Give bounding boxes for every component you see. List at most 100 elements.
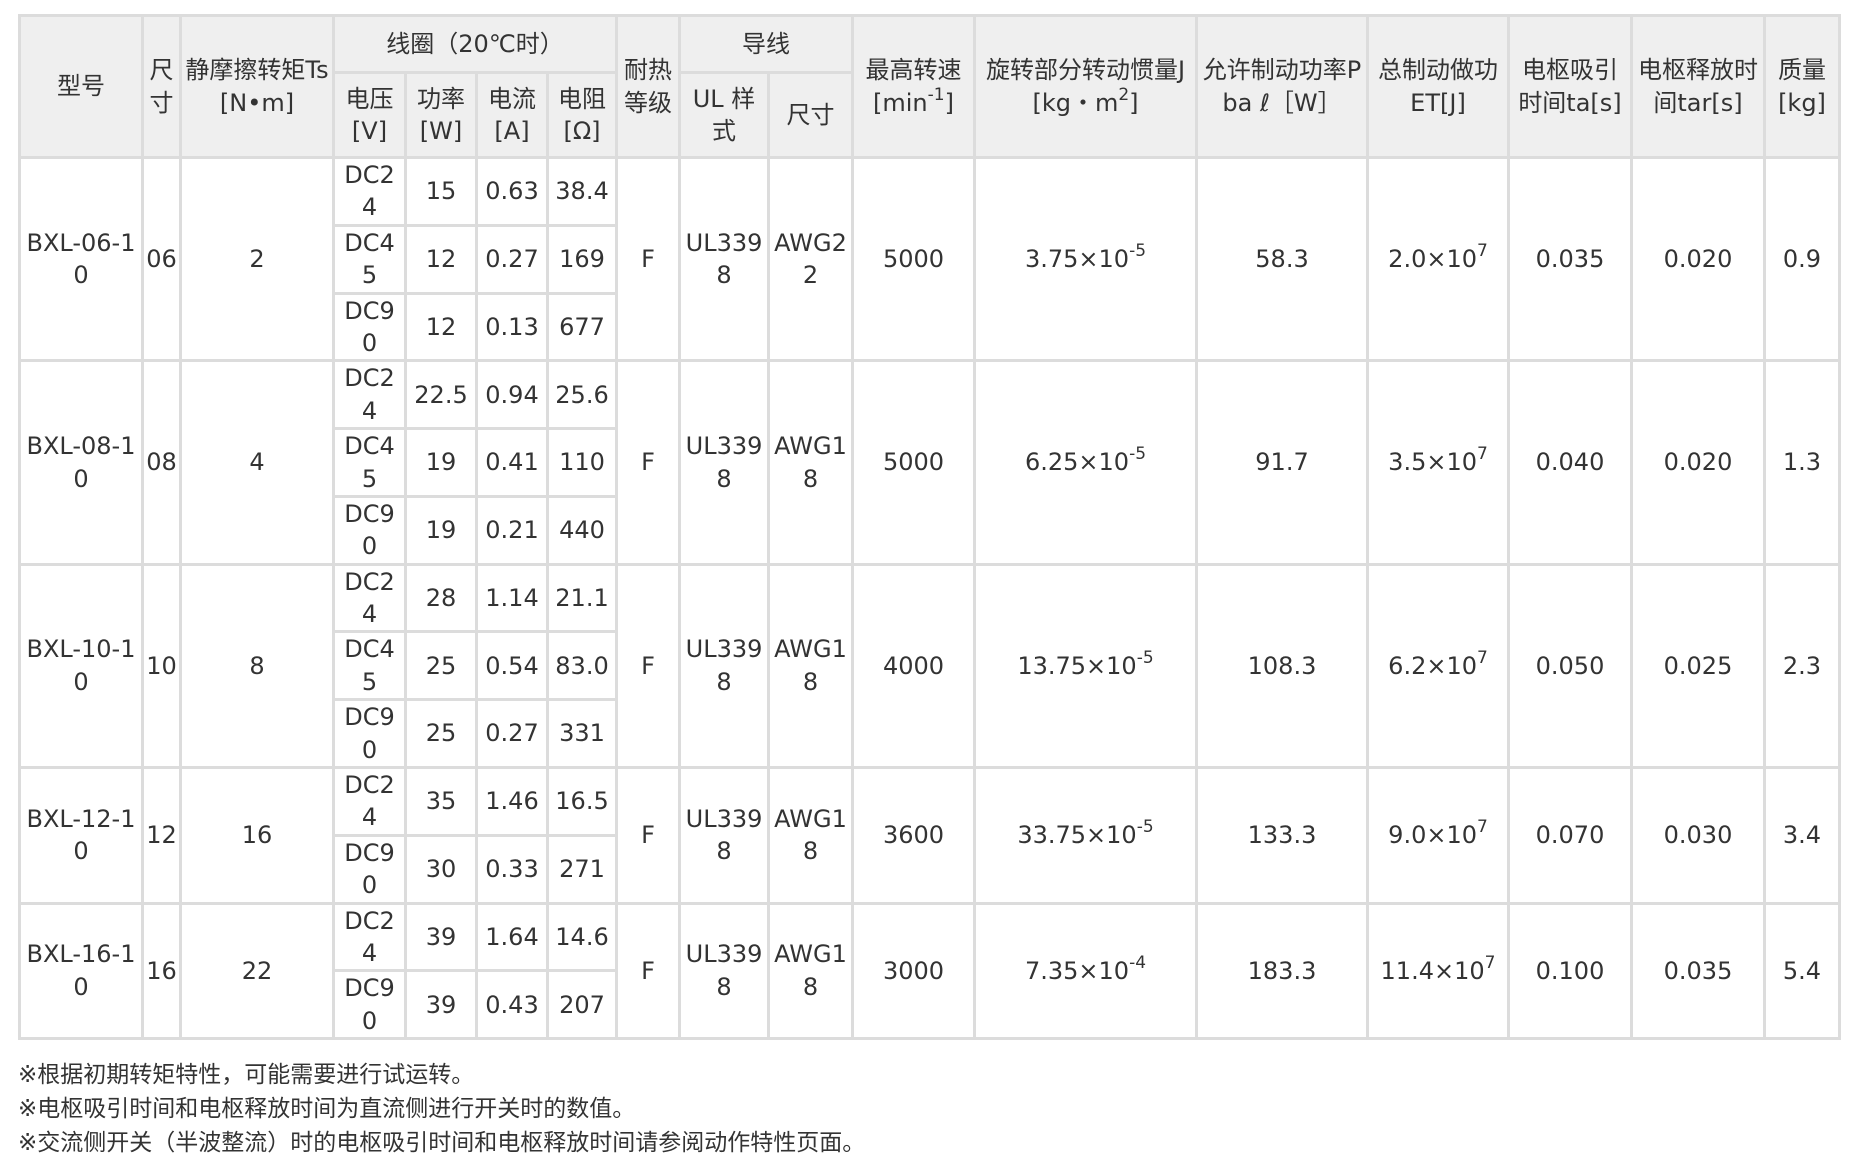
model-cell: BXL-16-10: [21, 904, 141, 1038]
power-cell: 25: [407, 633, 475, 699]
brake-work-mantissa: 3.5×10: [1388, 448, 1477, 477]
header-inertia-unit: [kg・m2]: [978, 84, 1193, 119]
header-max-speed: 最高转速[min-1]: [854, 17, 973, 156]
inertia-mantissa: 7.35×10: [1024, 956, 1130, 985]
brake-power-cell: 108.3: [1198, 565, 1366, 767]
current-cell: 1.64: [478, 904, 546, 970]
inertia-mantissa: 3.75×10: [1024, 244, 1130, 273]
size-cell: 08: [144, 362, 179, 563]
resistance-cell: 25.6: [549, 362, 615, 428]
header-ul-style: UL 样式: [681, 74, 767, 156]
model-cell: BXL-12-10: [21, 769, 141, 902]
torque-cell: 4: [182, 362, 332, 563]
torque-cell: 2: [182, 159, 332, 360]
brake-work-cell: 11.4×107: [1369, 904, 1507, 1038]
note-item: ※电枢吸引时间和电枢释放时间为直流侧进行开关时的数值。: [18, 1096, 636, 1123]
current-cell: 0.13: [478, 294, 546, 360]
voltage-cell: DC24: [335, 362, 404, 428]
header-coil-group: 线圈（20℃时）: [335, 17, 615, 71]
current-cell: 0.41: [478, 430, 546, 495]
voltage-cell: DC90: [335, 836, 404, 902]
power-cell: 12: [407, 294, 475, 360]
mass-cell: 2.3: [1766, 565, 1838, 767]
brake-power-cell: 183.3: [1198, 904, 1366, 1038]
header-current: 电流[A]: [478, 74, 546, 156]
brake-work-exponent: 7: [1477, 817, 1488, 838]
current-cell: 0.94: [478, 362, 546, 428]
header-power: 功率[W]: [407, 74, 475, 156]
brake-work-mantissa: 2.0×10: [1388, 244, 1477, 273]
note-item: ※交流侧开关（半波整流）时的电枢吸引时间和电枢释放时间请参阅动作特性页面。: [18, 1130, 866, 1157]
notes: ※根据初期转矩特性，可能需要进行试运转。 ※电枢吸引时间和电枢释放时间为直流侧进…: [18, 1058, 1840, 1160]
power-cell: 39: [407, 972, 475, 1038]
heat-class-cell: F: [618, 769, 678, 902]
voltage-cell: DC24: [335, 904, 404, 970]
release-time-cell: 0.025: [1633, 565, 1763, 767]
current-cell: 0.21: [478, 497, 546, 563]
inertia-mantissa: 6.25×10: [1024, 448, 1130, 477]
ul-style-cell: UL3398: [681, 362, 767, 563]
heat-class-cell: F: [618, 159, 678, 360]
lead-size-cell: AWG18: [770, 769, 851, 902]
brake-work-mantissa: 9.0×10: [1388, 821, 1477, 850]
brake-work-exponent: 7: [1477, 240, 1488, 261]
header-mass: 质量[kg]: [1766, 17, 1838, 156]
current-cell: 0.43: [478, 972, 546, 1038]
ul-style-cell: UL3398: [681, 565, 767, 767]
brake-work-cell: 6.2×107: [1369, 565, 1507, 767]
torque-cell: 8: [182, 565, 332, 767]
header-inertia-unit-exp: 2: [1118, 84, 1130, 105]
size-cell: 12: [144, 769, 179, 902]
attract-time-cell: 0.040: [1510, 362, 1630, 563]
spec-table-container: 型号 尺寸 静摩擦转矩Ts[N•m] 线圈（20℃时） 耐热等级 导线 最高转速…: [18, 14, 1841, 1160]
max-speed-cell: 3600: [854, 769, 973, 902]
resistance-cell: 83.0: [549, 633, 615, 699]
current-cell: 0.63: [478, 159, 546, 224]
ul-style-cell: UL3398: [681, 904, 767, 1038]
release-time-cell: 0.035: [1633, 904, 1763, 1038]
brake-work-exponent: 7: [1484, 952, 1496, 973]
header-inertia: 旋转部分转动惯量J [kg・m2]: [976, 17, 1195, 156]
release-time-cell: 0.020: [1633, 362, 1763, 563]
header-model: 型号: [21, 17, 141, 156]
resistance-cell: 331: [549, 701, 615, 767]
lead-size-cell: AWG18: [770, 904, 851, 1038]
inertia-exponent: -5: [1129, 240, 1147, 261]
resistance-cell: 16.5: [549, 769, 615, 834]
power-cell: 35: [407, 769, 475, 834]
inertia-mantissa: 13.75×10: [1017, 651, 1137, 680]
table-row: BXL-12-10 12 16 DC24 35 1.46 16.5 F UL3398 AWG18 3…: [21, 769, 1838, 902]
voltage-cell: DC90: [335, 972, 404, 1038]
resistance-cell: 14.6: [549, 904, 615, 970]
resistance-cell: 207: [549, 972, 615, 1038]
resistance-cell: 271: [549, 836, 615, 902]
header-lead-group: 导线: [681, 17, 851, 71]
brake-work-mantissa: 11.4×10: [1380, 956, 1485, 985]
brake-spec-table: 型号 尺寸 静摩擦转矩Ts[N•m] 线圈（20℃时） 耐热等级 导线 最高转速…: [18, 14, 1841, 1041]
header-attract-time: 电枢吸引时间ta[s]: [1510, 17, 1630, 156]
header-resistance: 电阻[Ω]: [549, 74, 615, 156]
attract-time-cell: 0.050: [1510, 565, 1630, 767]
voltage-cell: DC24: [335, 769, 404, 834]
header-inertia-title: 旋转部分转动惯量J: [985, 56, 1186, 85]
inertia-cell: 6.25×10-5: [976, 362, 1195, 563]
resistance-cell: 110: [549, 430, 615, 495]
ul-style-cell: UL3398: [681, 159, 767, 360]
inertia-exponent: -5: [1136, 647, 1154, 668]
header-max-speed-exp: -1: [927, 84, 945, 105]
lead-size-cell: AWG22: [770, 159, 851, 360]
inertia-cell: 13.75×10-5: [976, 565, 1195, 767]
max-speed-cell: 4000: [854, 565, 973, 767]
mass-cell: 0.9: [1766, 159, 1838, 360]
header-brake-power: 允许制动功率Pba ℓ［W］: [1198, 17, 1366, 156]
max-speed-cell: 5000: [854, 362, 973, 563]
inertia-cell: 3.75×10-5: [976, 159, 1195, 360]
lead-size-cell: AWG18: [770, 362, 851, 563]
size-cell: 10: [144, 565, 179, 767]
inertia-cell: 7.35×10-4: [976, 904, 1195, 1038]
voltage-cell: DC90: [335, 294, 404, 360]
brake-work-cell: 9.0×107: [1369, 769, 1507, 902]
current-cell: 0.33: [478, 836, 546, 902]
mass-cell: 1.3: [1766, 362, 1838, 563]
torque-cell: 16: [182, 769, 332, 902]
